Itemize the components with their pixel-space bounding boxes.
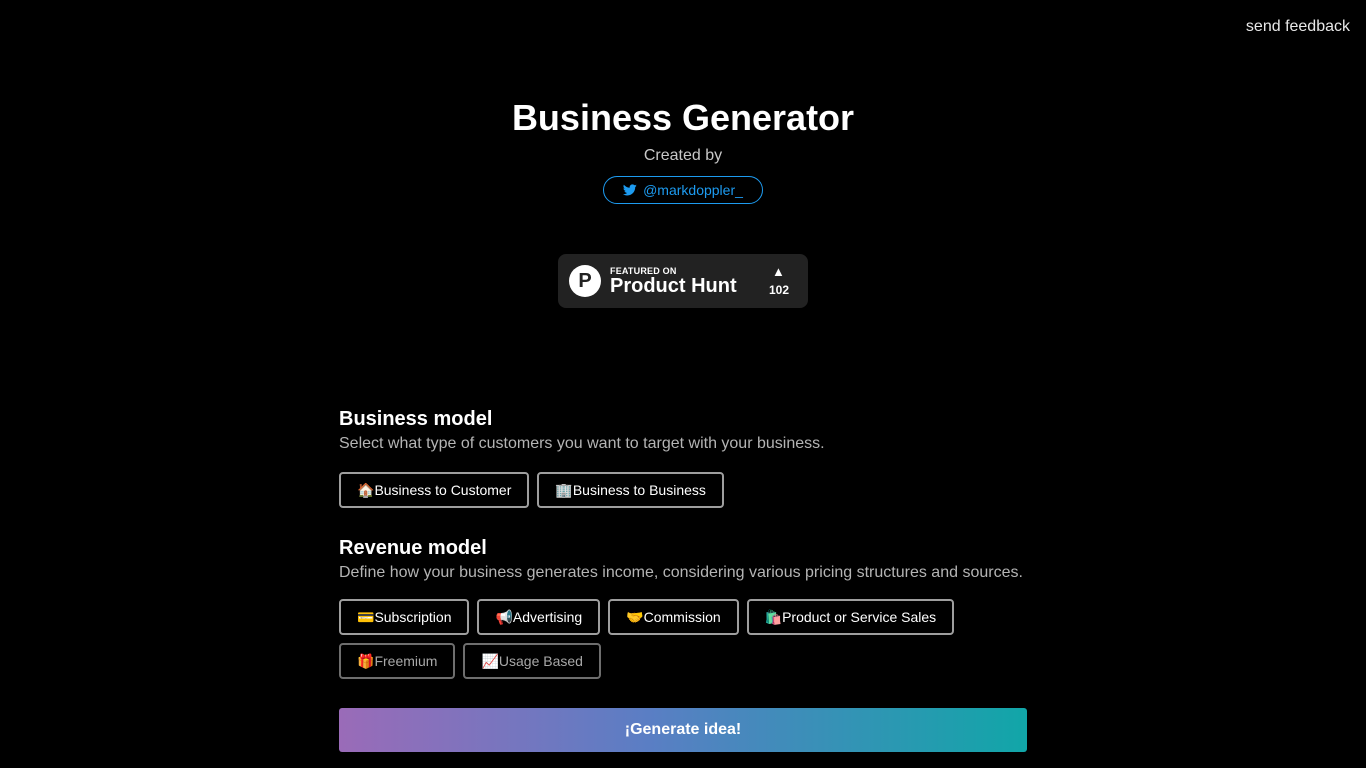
option-label: Product or Service Sales [782, 609, 937, 625]
product-hunt-badge[interactable]: P FEATURED ON Product Hunt ▲ 102 [558, 254, 808, 308]
revenue-model-title: Revenue model [339, 537, 487, 559]
option-label: Business to Customer [374, 482, 512, 498]
option-freemium[interactable]: 🎁 Freemium [339, 643, 456, 679]
option-label: Commission [643, 609, 721, 625]
megaphone-icon: 📢 [495, 608, 513, 625]
created-by-label: Created by [643, 147, 723, 164]
revenue-model-section: Revenue model Define how your business g… [339, 535, 1027, 679]
revenue-model-options: 💳 Subscription 📢 Advertising 🤝 Commissio… [339, 599, 1027, 679]
business-model-description: Select what type of customers you want t… [339, 435, 825, 452]
option-commission[interactable]: 🤝 Commission [608, 599, 739, 635]
option-subscription[interactable]: 💳 Subscription [339, 599, 470, 635]
option-business-to-business[interactable]: 🏢 Business to Business [537, 472, 724, 508]
option-label: Usage Based [498, 653, 583, 669]
option-usage-based[interactable]: 📈 Usage Based [463, 643, 601, 679]
twitter-bird-icon [623, 184, 637, 196]
credit-card-icon: 💳 [357, 608, 375, 625]
business-model-title: Business model [339, 408, 493, 430]
product-hunt-logo-icon: P [569, 265, 601, 297]
hero: Business Generator Created by @markdoppl… [0, 96, 1366, 204]
option-label: Advertising [512, 609, 583, 625]
page-title: Business Generator [511, 97, 855, 138]
twitter-profile-button[interactable]: @markdoppler_ [603, 176, 763, 204]
page: send feedback Business Generator Created… [0, 0, 1366, 768]
revenue-model-description: Define how your business generates incom… [339, 564, 1023, 581]
business-model-section: Business model Select what type of custo… [339, 406, 1027, 508]
option-product-or-service-sales[interactable]: 🛍️ Product or Service Sales [746, 599, 955, 635]
shopping-bags-icon: 🛍️ [764, 608, 783, 625]
upvote-count: 102 [768, 283, 790, 297]
handshake-icon: 🤝 [626, 608, 644, 625]
option-advertising[interactable]: 📢 Advertising [477, 599, 601, 635]
generate-idea-button[interactable]: ¡Generate idea! [339, 708, 1027, 752]
form-content: Business model Select what type of custo… [339, 406, 1027, 679]
house-icon: 🏠 [357, 481, 375, 498]
option-label: Subscription [374, 609, 452, 625]
gift-icon: 🎁 [357, 652, 375, 669]
option-business-to-customer[interactable]: 🏠 Business to Customer [339, 472, 530, 508]
option-label: Business to Business [572, 482, 706, 498]
business-model-options: 🏠 Business to Customer 🏢 Business to Bus… [339, 472, 1027, 508]
send-feedback-link[interactable]: send feedback [1246, 18, 1350, 36]
upvote-arrow-icon: ▲ [772, 264, 785, 279]
ph-name: Product Hunt [610, 275, 737, 297]
twitter-handle: @markdoppler_ [643, 182, 743, 198]
option-label: Freemium [374, 653, 438, 669]
chart-increasing-icon: 📈 [481, 652, 499, 669]
office-building-icon: 🏢 [555, 481, 573, 498]
